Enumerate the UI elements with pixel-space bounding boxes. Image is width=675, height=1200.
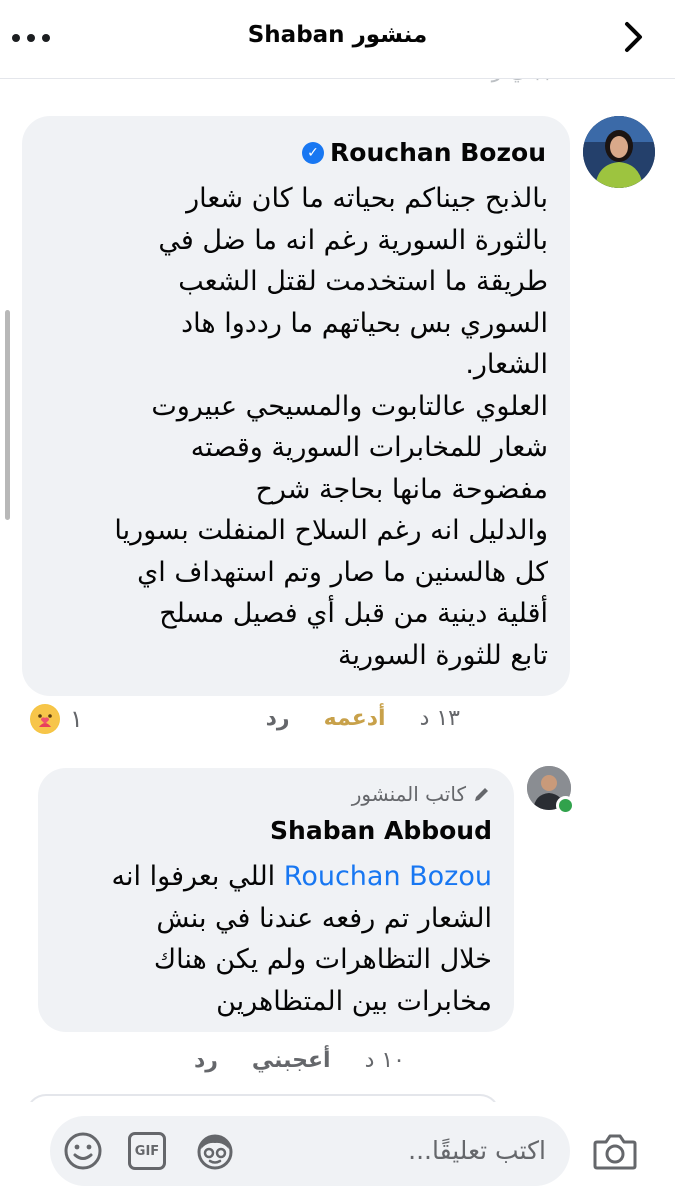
- comment-input[interactable]: [264, 1135, 548, 1166]
- comment-line: الشعار.: [465, 349, 548, 380]
- comment-composer: GIF: [0, 1102, 675, 1200]
- like-button[interactable]: أدعمه: [324, 706, 386, 731]
- comment-time: ١٣ د: [419, 706, 460, 731]
- comment-actions: ١٣ د أدعمه رد: [266, 706, 460, 731]
- comment-line: مفضوحة مانها بحاجة شرح: [255, 473, 548, 505]
- comment-line: بالثورة السورية رغم انه ما ضل في: [158, 224, 548, 256]
- reply-author[interactable]: Shaban Abboud: [270, 816, 492, 845]
- author-name[interactable]: Rouchan Bozou: [330, 138, 546, 167]
- comment-line: تابع للثورة السورية: [337, 639, 548, 671]
- reply-line: مخابرات بين المتظاهرين: [216, 985, 492, 1017]
- reaction-count: ١: [70, 705, 83, 733]
- avatar[interactable]: [583, 116, 655, 188]
- comment-bubble: Rouchan Bozou ✓ بالذبح جيناكم بحياته ما …: [22, 116, 570, 696]
- comment-line: بالذبح جيناكم بحياته ما كان شعار: [186, 183, 548, 214]
- reply-line: الشعار تم رفعه عندنا في بنش: [156, 902, 492, 934]
- comment-line: والدليل انه رغم السلاح المنفلت بسوريا: [114, 515, 548, 546]
- comment-line: شعار للمخابرات السورية وقصته: [190, 432, 548, 463]
- reaction-summary[interactable]: ١: [30, 704, 83, 734]
- top-bar: منشور Shaban: [0, 0, 675, 79]
- author-badge: كاتب المنشور: [352, 782, 492, 806]
- profile-photo-icon: [583, 116, 655, 188]
- reply-line: خلال التظاهرات ولم يكن هناك: [153, 944, 492, 975]
- comment-line: كل هالسنين ما صار وتم استهداف اي: [137, 556, 548, 588]
- reply-button[interactable]: رد: [266, 706, 290, 731]
- comment-body: بالذبح جيناكم بحياته ما كان شعار بالثورة…: [36, 178, 548, 676]
- avatar-sticker-icon[interactable]: [195, 1131, 235, 1171]
- camera-icon[interactable]: [592, 1130, 638, 1172]
- back-chevron-icon[interactable]: [619, 18, 647, 56]
- emoji-icon[interactable]: [63, 1131, 103, 1171]
- author-badge-label: كاتب المنشور: [351, 782, 466, 806]
- comment-author[interactable]: Rouchan Bozou ✓: [302, 138, 546, 167]
- reply-bubble: كاتب المنشور Shaban Abboud Rouchan Bozou…: [38, 768, 514, 1032]
- verified-badge-icon: ✓: [302, 141, 325, 164]
- reply-text: اللي بعرفوا انه: [111, 861, 276, 892]
- page-title: منشور Shaban: [247, 22, 428, 48]
- comment-line: السوري بس بحياتهم ما رددوا هاد: [181, 307, 548, 339]
- gif-icon[interactable]: GIF: [128, 1132, 166, 1170]
- reply-button[interactable]: رد: [194, 1048, 218, 1073]
- care-reaction-icon: [30, 704, 60, 734]
- mention-link[interactable]: Rouchan Bozou: [284, 861, 492, 892]
- reply-body: Rouchan Bozou اللي بعرفوا انه الشعار تم …: [52, 856, 492, 1022]
- comment-line: أقلية دينية من قبل أي فصيل مسلح: [159, 598, 548, 629]
- comment-line: العلوي عالتابوت والمسيحي عبيروت: [151, 390, 548, 422]
- online-status-icon: [556, 796, 575, 815]
- scrollbar[interactable]: [5, 310, 10, 520]
- reply-line: Rouchan Bozou اللي بعرفوا انه: [52, 856, 492, 898]
- reply-actions: ١٠ د أعجبني رد: [194, 1048, 405, 1073]
- comment-line: طريقة ما استخدمت لقتل الشعب: [178, 266, 548, 297]
- reply-time: ١٠ د: [364, 1048, 405, 1073]
- like-button[interactable]: أعجبني: [252, 1048, 331, 1073]
- pencil-icon: [475, 788, 488, 801]
